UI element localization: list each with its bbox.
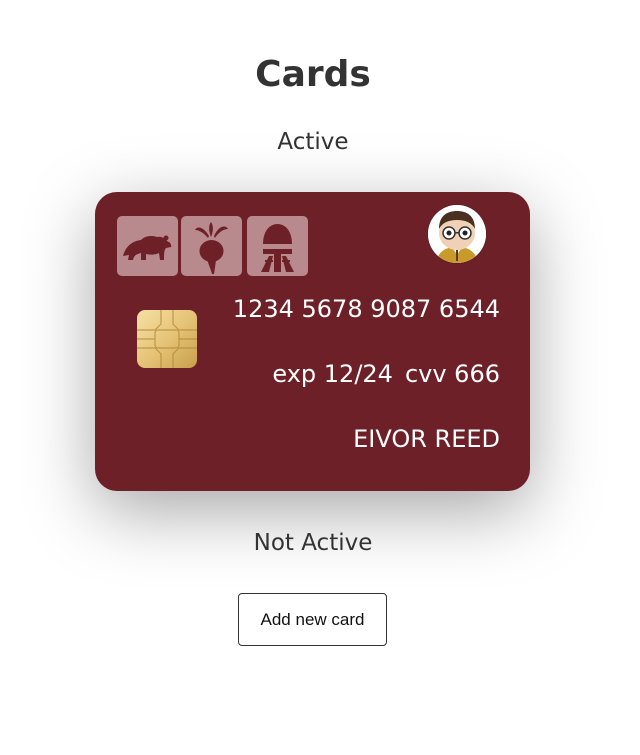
beet-icon bbox=[181, 216, 242, 276]
chip-icon bbox=[137, 310, 197, 368]
active-section-label: Active bbox=[277, 129, 349, 155]
card-number: 1234 5678 9087 6544 bbox=[232, 295, 500, 323]
cylon-helmet-icon bbox=[247, 216, 308, 276]
card-cvv: cvv 666 bbox=[404, 360, 500, 388]
avatar[interactable] bbox=[428, 205, 486, 263]
card-expiry-cvv: exp 12/24 cvv 666 bbox=[272, 359, 500, 389]
card-expiry: exp 12/24 bbox=[272, 360, 393, 388]
page-title: Cards bbox=[255, 54, 371, 96]
add-new-card-button[interactable]: Add new card bbox=[238, 593, 387, 646]
card-holder-name: EIVOR REED bbox=[353, 425, 500, 453]
bear-icon bbox=[117, 216, 178, 276]
credit-card[interactable]: 1234 5678 9087 6544 exp 12/24 cvv 666 EIV… bbox=[95, 192, 530, 491]
not-active-section-label: Not Active bbox=[253, 530, 373, 556]
